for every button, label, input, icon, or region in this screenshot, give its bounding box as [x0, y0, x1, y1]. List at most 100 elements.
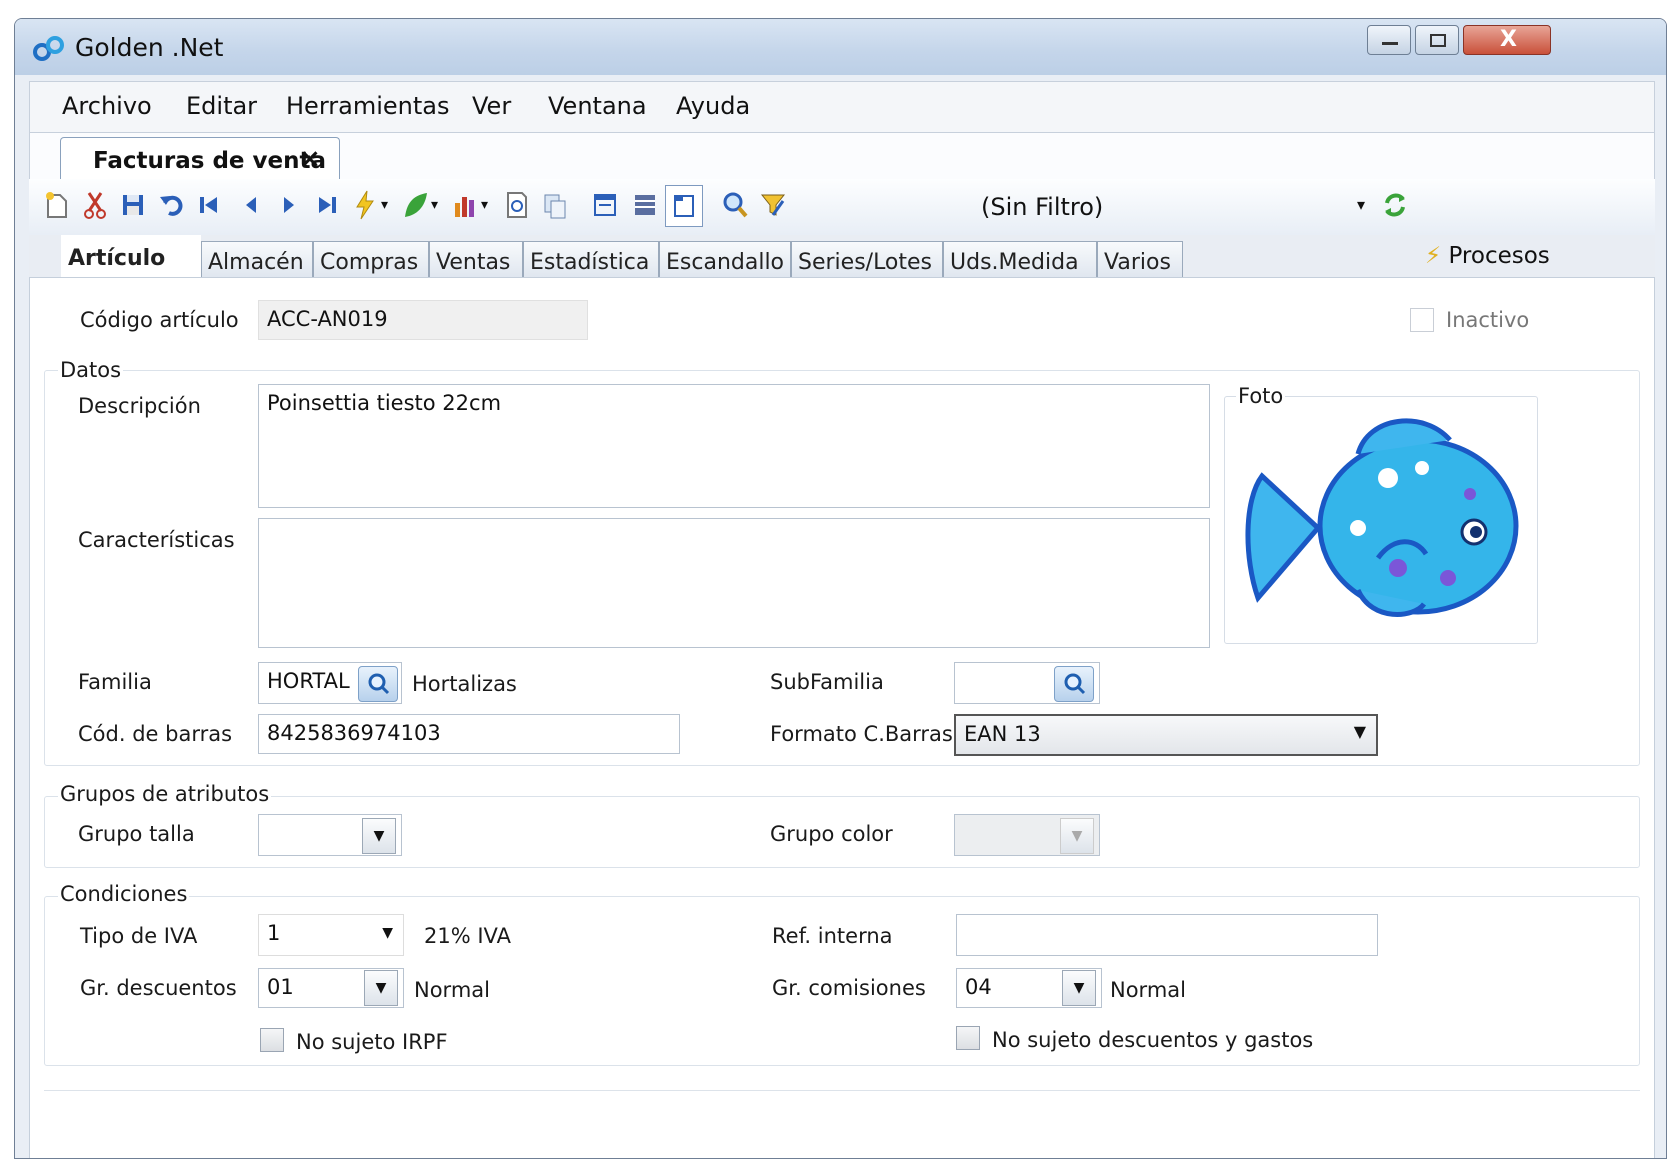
caracteristicas-label: Características [78, 528, 235, 552]
page-view-icon [674, 195, 694, 217]
descuentos-dropdown-button[interactable]: ▼ [364, 970, 398, 1006]
color-label: Grupo color [770, 822, 893, 846]
leaf-icon[interactable] [401, 189, 429, 221]
inactivo-label: Inactivo [1446, 308, 1530, 332]
gastos-checkbox[interactable] [956, 1026, 980, 1050]
document-tab-label: Facturas de venta [93, 148, 326, 174]
descripcion-field[interactable]: Poinsettia tiesto 22cm [258, 384, 1210, 508]
record-tabs: Artículo Almacén Compras Ventas Estadíst… [29, 235, 1655, 279]
iva-select[interactable]: 1 ▼ [258, 914, 404, 956]
inactivo-checkbox[interactable] [1410, 308, 1434, 332]
iva-label: Tipo de IVA [80, 924, 198, 948]
document-tab-facturas[interactable]: Facturas de venta × [60, 137, 340, 181]
search-icon [1064, 673, 1086, 695]
caracteristicas-field[interactable] [258, 518, 1210, 648]
minimize-button[interactable] [1367, 25, 1411, 55]
menu-ayuda[interactable]: Ayuda [676, 92, 750, 120]
color-dropdown-button[interactable]: ▼ [1060, 818, 1094, 854]
menu-ver[interactable]: Ver [472, 92, 511, 120]
tab-estadistica[interactable]: Estadística [523, 241, 659, 279]
condiciones-title: Condiciones [58, 882, 190, 906]
procesos-label: Procesos [1448, 243, 1550, 269]
app-logo-icon [33, 36, 64, 61]
copy-icon[interactable] [541, 189, 569, 221]
print-preview-icon[interactable] [503, 189, 531, 221]
familia-name: Hortalizas [412, 672, 517, 696]
prev-record-icon[interactable] [237, 189, 265, 221]
irpf-label: No sujeto IRPF [296, 1030, 448, 1054]
familia-label: Familia [78, 670, 152, 694]
title-bar[interactable]: Golden .Net X [15, 19, 1666, 75]
maximize-button[interactable] [1415, 25, 1459, 55]
lightning-icon[interactable] [351, 189, 379, 221]
tab-varios[interactable]: Varios [1097, 241, 1183, 279]
formato-select[interactable]: EAN 13 ▼ [954, 714, 1378, 756]
chevron-down-icon: ▼ [1353, 722, 1366, 741]
subfamilia-label: SubFamilia [770, 670, 884, 694]
save-icon[interactable] [119, 189, 147, 221]
next-record-icon[interactable] [275, 189, 303, 221]
search-icon[interactable] [721, 189, 749, 221]
talla-label: Grupo talla [78, 822, 195, 846]
tab-ventas[interactable]: Ventas [429, 241, 523, 279]
ref-label: Ref. interna [772, 924, 893, 948]
descuentos-description: Normal [414, 978, 490, 1002]
tab-articulo[interactable]: Artículo [61, 235, 201, 279]
talla-dropdown-button[interactable]: ▼ [362, 818, 396, 854]
formato-value: EAN 13 [964, 722, 1041, 746]
menu-editar[interactable]: Editar [186, 92, 257, 120]
tab-almacen[interactable]: Almacén [201, 241, 313, 279]
procesos-button[interactable]: ⚡ Procesos [1425, 243, 1550, 269]
codigo-field[interactable]: ACC-AN019 [258, 300, 588, 340]
lightning-dropdown-icon[interactable]: ▾ [381, 197, 388, 213]
comisiones-label: Gr. comisiones [772, 976, 926, 1000]
filter-selector[interactable]: (Sin Filtro) [981, 193, 1103, 221]
menu-archivo[interactable]: Archivo [62, 92, 152, 120]
ref-field[interactable] [956, 914, 1378, 956]
refresh-icon[interactable] [1381, 189, 1409, 221]
chart-icon[interactable] [451, 189, 479, 221]
app-window: Golden .Net X Archivo Editar Herramienta… [14, 18, 1667, 1159]
undo-icon[interactable] [157, 189, 185, 221]
descuentos-label: Gr. descuentos [80, 976, 237, 1000]
descripcion-label: Descripción [78, 394, 201, 418]
maximize-icon [1430, 34, 1446, 47]
first-record-icon[interactable] [195, 189, 223, 221]
tab-compras[interactable]: Compras [313, 241, 429, 279]
minimize-icon [1382, 42, 1398, 45]
barras-field[interactable]: 8425836974103 [258, 714, 680, 754]
menu-ventana[interactable]: Ventana [548, 92, 647, 120]
form-view-icon[interactable] [591, 189, 619, 221]
close-icon: X [1500, 27, 1517, 52]
last-record-icon[interactable] [313, 189, 341, 221]
iva-description: 21% IVA [424, 924, 511, 948]
filter-icon[interactable] [759, 189, 787, 221]
menu-herramientas[interactable]: Herramientas [286, 92, 449, 120]
lightning-icon: ⚡ [1425, 243, 1442, 269]
search-icon [368, 673, 390, 695]
foto-title: Foto [1236, 384, 1286, 408]
comisiones-dropdown-button[interactable]: ▼ [1062, 970, 1096, 1006]
atributos-title: Grupos de atributos [58, 782, 272, 806]
tab-escandallo[interactable]: Escandallo [659, 241, 791, 279]
divider [44, 1090, 1640, 1091]
barras-label: Cód. de barras [78, 722, 233, 746]
comisiones-description: Normal [1110, 978, 1186, 1002]
familia-lookup-button[interactable] [358, 666, 398, 702]
filter-dropdown-icon[interactable]: ▾ [1357, 195, 1365, 214]
leaf-dropdown-icon[interactable]: ▾ [431, 197, 438, 213]
menu-bar: Archivo Editar Herramientas Ver Ventana … [29, 81, 1655, 133]
close-tab-icon[interactable]: × [299, 144, 321, 174]
grid-view-icon[interactable] [631, 189, 659, 221]
cut-icon[interactable] [81, 189, 109, 221]
chart-dropdown-icon[interactable]: ▾ [481, 197, 488, 213]
new-icon[interactable] [43, 189, 71, 221]
irpf-checkbox[interactable] [260, 1028, 284, 1052]
tab-series-lotes[interactable]: Series/Lotes [791, 241, 943, 279]
page-view-button[interactable] [665, 185, 703, 227]
subfamilia-lookup-button[interactable] [1054, 666, 1094, 702]
product-photo[interactable] [1238, 408, 1528, 636]
gastos-label: No sujeto descuentos y gastos [992, 1028, 1314, 1052]
close-button[interactable]: X [1463, 25, 1551, 55]
tab-uds-medida[interactable]: Uds.Medida [943, 241, 1097, 279]
